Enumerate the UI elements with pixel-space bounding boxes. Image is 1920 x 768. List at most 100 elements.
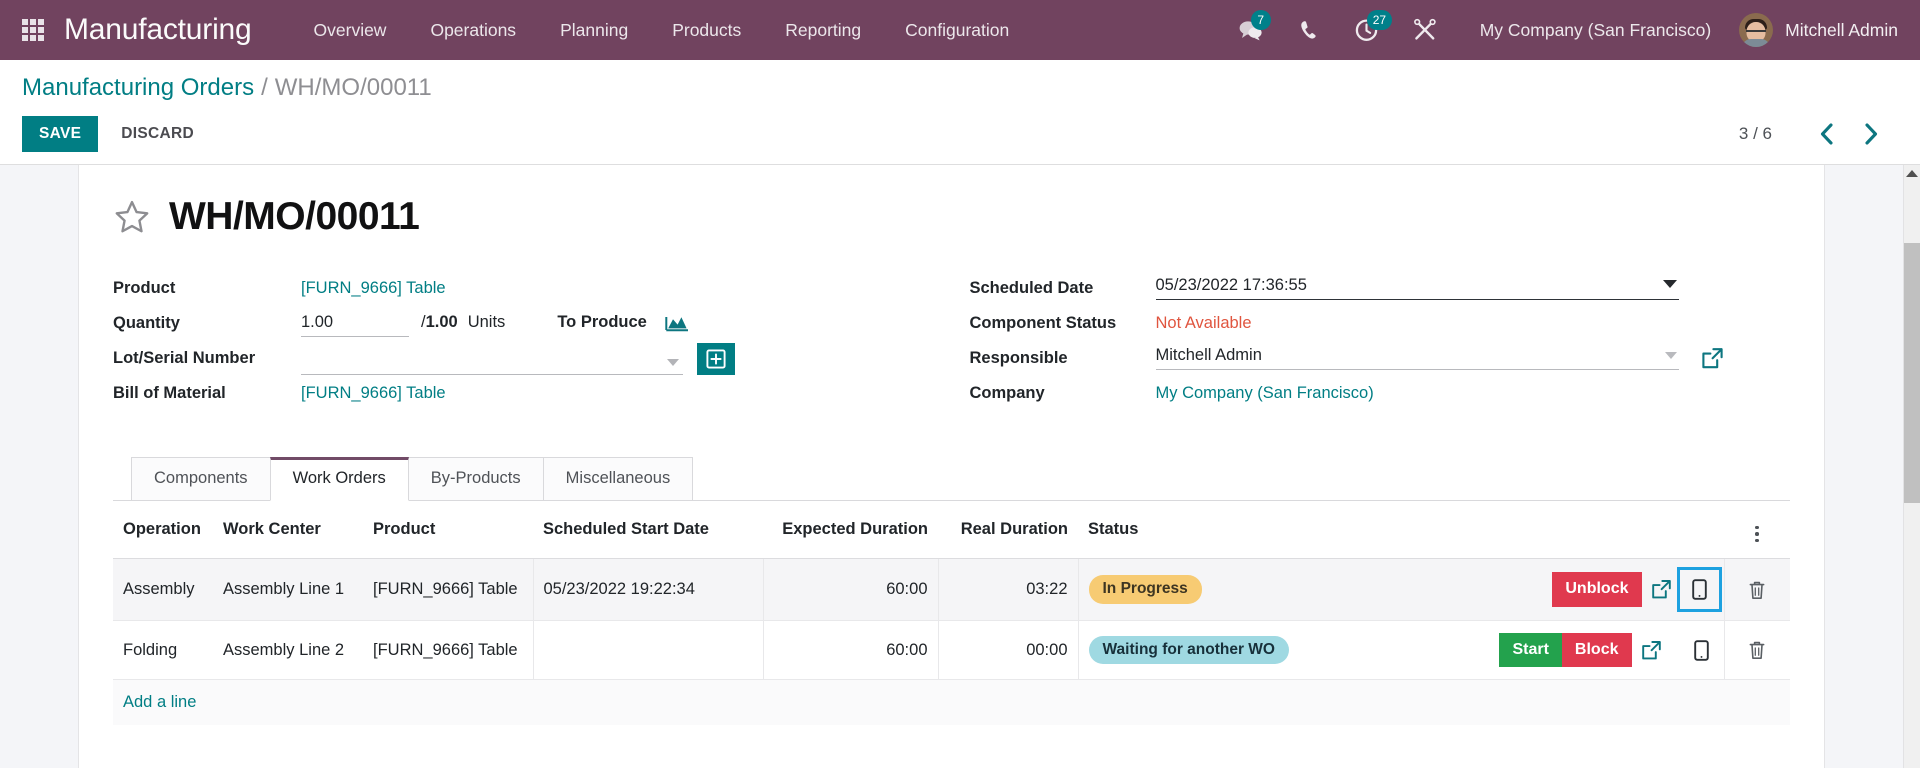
save-button[interactable]: SAVE [22, 116, 99, 152]
start-button[interactable]: Start [1499, 633, 1562, 668]
external-link-icon[interactable] [1632, 634, 1671, 667]
field-company-value[interactable]: My Company (San Francisco) [1156, 378, 1791, 404]
chevron-left-icon[interactable] [1804, 122, 1849, 146]
tablet-view-icon[interactable] [1676, 567, 1722, 612]
notebook-tabs: Components Work Orders By-Products Misce… [113, 457, 1790, 501]
star-outline-icon[interactable] [113, 198, 151, 236]
vertical-dots-icon[interactable] [1749, 524, 1765, 545]
field-responsible-label: Responsible [969, 349, 1068, 367]
scheduled-date-input[interactable] [1155, 273, 1679, 300]
pager-count: 3 / 6 [1738, 124, 1772, 143]
field-lot-serial: Lot/Serial Number [113, 343, 912, 377]
cell-delete [1723, 620, 1790, 681]
vertical-scrollbar[interactable] [1903, 165, 1920, 768]
status-badge: Waiting for another WO [1088, 635, 1289, 665]
add-line-row[interactable]: Add a line [113, 679, 1790, 726]
cell-product[interactable]: [FURN_9666] Table [363, 558, 533, 621]
cell-expected-duration[interactable]: 60:00 [763, 620, 938, 681]
page-title: WH/MO/00011 [169, 195, 420, 238]
menu-item-planning[interactable]: Planning [538, 20, 650, 41]
control-panel: Manufacturing Orders / WH/MO/00011 SAVE … [0, 60, 1920, 165]
column-scheduled-start-date[interactable]: Scheduled Start Date [533, 501, 763, 559]
scrollbar-thumb[interactable] [1904, 243, 1920, 503]
external-link-icon[interactable] [1642, 573, 1681, 606]
app-brand-manufacturing[interactable]: Manufacturing [64, 13, 252, 47]
scroll-up-arrow-icon[interactable] [1906, 170, 1918, 177]
cell-status[interactable]: Waiting for another WO [1078, 620, 1392, 681]
cell-scheduled-start-date[interactable] [532, 620, 764, 681]
table-row[interactable]: Folding Assembly Line 2 [FURN_9666] Tabl… [113, 620, 1790, 681]
tab-miscellaneous[interactable]: Miscellaneous [542, 457, 694, 500]
trash-icon[interactable] [1739, 634, 1775, 666]
top-navbar: Manufacturing Overview Operations Planni… [0, 0, 1920, 60]
block-button[interactable]: Block [1561, 633, 1632, 668]
tab-work-orders[interactable]: Work Orders [269, 457, 409, 501]
phone-icon[interactable] [1296, 17, 1322, 43]
company-switcher[interactable]: My Company (San Francisco) [1480, 20, 1711, 41]
column-product[interactable]: Product [363, 501, 533, 559]
debug-tools-icon[interactable] [1412, 17, 1438, 43]
unblock-button[interactable]: Unblock [1552, 572, 1642, 607]
breadcrumb-separator: / [261, 74, 268, 101]
tab-components[interactable]: Components [131, 457, 271, 500]
cell-real-duration[interactable]: 03:22 [937, 558, 1079, 621]
field-quantity: Quantity / 1.00 Units To Produce [113, 308, 912, 342]
tablet-view-icon[interactable] [1685, 634, 1718, 667]
cell-real-duration[interactable]: 00:00 [937, 620, 1079, 681]
cell-scheduled-start-date[interactable]: 05/23/2022 19:22:34 [532, 558, 764, 621]
column-real-duration[interactable]: Real Duration [938, 501, 1078, 559]
cell-work-center[interactable]: Assembly Line 1 [213, 558, 363, 621]
menu-item-products[interactable]: Products [650, 20, 763, 41]
area-chart-icon[interactable] [665, 313, 689, 333]
field-company: Company My Company (San Francisco) [970, 378, 1791, 412]
responsible-caret-down-icon[interactable] [1664, 352, 1677, 359]
apps-grid-icon[interactable] [22, 19, 44, 41]
breadcrumb: Manufacturing Orders / WH/MO/00011 [22, 74, 1898, 102]
field-scheduled-date-label: Scheduled Date [969, 279, 1094, 297]
cell-product[interactable]: [FURN_9666] Table [363, 620, 533, 681]
discard-button[interactable]: DISCARD [104, 116, 211, 152]
user-menu[interactable]: Mitchell Admin [1739, 13, 1898, 47]
record-actions: SAVE DISCARD 3 / 6 [22, 116, 1898, 152]
external-link-icon[interactable] [1701, 343, 1724, 370]
responsible-input[interactable] [1155, 343, 1679, 370]
date-caret-down-icon[interactable] [1662, 280, 1677, 288]
avatar [1739, 13, 1774, 47]
table-header-row: Operation Work Center Product Scheduled … [113, 501, 1790, 559]
optional-columns-toggle[interactable] [1724, 501, 1790, 559]
cell-expected-duration[interactable]: 60:00 [763, 558, 938, 621]
quantity-input[interactable] [301, 310, 409, 337]
column-expected-duration[interactable]: Expected Duration [763, 501, 938, 559]
notebook: Components Work Orders By-Products Misce… [113, 457, 1790, 726]
column-status[interactable]: Status [1078, 501, 1392, 559]
breadcrumb-root-link[interactable]: Manufacturing Orders [22, 74, 254, 102]
chevron-down-icon[interactable] [667, 359, 679, 366]
cell-work-center[interactable]: Assembly Line 2 [213, 620, 363, 681]
lot-add-button[interactable] [697, 343, 735, 375]
activities-clock-icon[interactable]: 27 [1354, 10, 1393, 43]
field-product-value[interactable]: [FURN_9666] Table [301, 273, 912, 299]
trash-icon[interactable] [1739, 574, 1775, 606]
field-bom-value[interactable]: [FURN_9666] Table [301, 378, 912, 404]
form-sheet: WH/MO/00011 Product [FURN_9666] Table Qu… [78, 165, 1825, 768]
column-operation[interactable]: Operation [113, 501, 213, 559]
add-a-line-link[interactable]: Add a line [123, 693, 196, 711]
field-company-label: Company [969, 384, 1045, 402]
cell-operation[interactable]: Folding [113, 620, 213, 681]
lot-serial-input[interactable] [301, 348, 683, 375]
field-lot-serial-label: Lot/Serial Number [113, 349, 256, 367]
field-quantity-label: Quantity [113, 314, 180, 332]
chevron-right-icon[interactable] [1849, 122, 1894, 146]
cell-operation[interactable]: Assembly [113, 558, 213, 621]
plus-square-icon [706, 349, 726, 369]
column-work-center[interactable]: Work Center [213, 501, 363, 559]
table-row[interactable]: Assembly Assembly Line 1 [FURN_9666] Tab… [113, 558, 1790, 621]
field-scheduled-date: Scheduled Date [970, 273, 1791, 307]
menu-item-overview[interactable]: Overview [292, 20, 409, 41]
menu-item-configuration[interactable]: Configuration [883, 20, 1031, 41]
cell-status[interactable]: In Progress [1078, 558, 1392, 621]
menu-item-reporting[interactable]: Reporting [763, 20, 883, 41]
messages-icon[interactable]: 7 [1238, 10, 1271, 43]
tab-by-products[interactable]: By-Products [407, 457, 544, 500]
menu-item-operations[interactable]: Operations [408, 20, 538, 41]
